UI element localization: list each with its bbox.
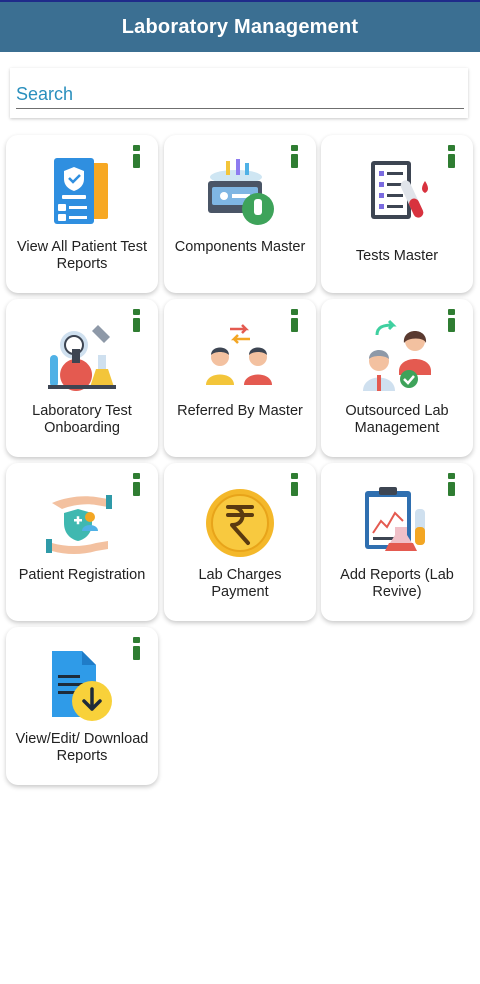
patient-registration-icon [46, 495, 112, 554]
tile-laboratory-test-onboarding[interactable]: Laboratory Test Onboarding [6, 299, 158, 457]
tile-label: Components Master [174, 239, 306, 255]
info-icon[interactable] [291, 145, 298, 169]
tests-master-icon [371, 161, 428, 219]
tile-referred-by-master[interactable]: Referred By Master [164, 299, 316, 457]
tile-label: Outsourced Lab Management [345, 403, 449, 436]
info-icon[interactable] [448, 309, 455, 333]
info-icon[interactable] [133, 309, 140, 333]
tile-add-reports-lab-revive[interactable]: Add Reports (Lab Revive) [321, 463, 473, 621]
info-icon[interactable] [133, 637, 140, 661]
tile-components-master[interactable]: Components Master [164, 135, 316, 293]
tile-lab-charges-payment[interactable]: Lab Charges Payment [164, 463, 316, 621]
tile-tests-master[interactable]: Tests Master [321, 135, 473, 293]
tile-label: View All Patient Test Reports [16, 239, 148, 272]
tile-view-edit-download-reports[interactable]: View/Edit/ Download Reports [6, 627, 158, 785]
download-report-icon [52, 651, 112, 721]
lab-onboarding-icon [48, 325, 116, 391]
info-icon[interactable] [133, 145, 140, 169]
tile-patient-registration[interactable]: Patient Registration [6, 463, 158, 621]
info-icon[interactable] [448, 145, 455, 169]
tile-label: Laboratory Test Onboarding [32, 403, 132, 436]
info-icon[interactable] [291, 473, 298, 497]
outsourced-lab-icon [363, 319, 431, 391]
rupee-coin-icon [206, 489, 274, 557]
search-box [10, 68, 468, 118]
tile-label: Patient Registration [18, 567, 146, 583]
add-reports-icon [365, 487, 425, 551]
tile-label: Lab Charges Payment [198, 567, 282, 600]
search-input[interactable] [16, 80, 464, 109]
tile-label: Add Reports (Lab Revive) [340, 567, 454, 600]
patient-reports-icon [54, 158, 108, 224]
referred-by-icon [206, 324, 272, 385]
tile-label: Tests Master [355, 248, 439, 264]
components-icon [208, 159, 274, 225]
tile-label: Referred By Master [177, 403, 303, 419]
tile-outsourced-lab-management[interactable]: Outsourced Lab Management [321, 299, 473, 457]
page-title: Laboratory Management [121, 15, 359, 38]
tile-label: View/Edit/ Download Reports [15, 731, 149, 764]
info-icon[interactable] [133, 473, 140, 497]
info-icon[interactable] [448, 473, 455, 497]
app-header: Laboratory Management [0, 0, 480, 52]
info-icon[interactable] [291, 309, 298, 333]
tile-view-all-patient-test-reports[interactable]: View All Patient Test Reports [6, 135, 158, 293]
